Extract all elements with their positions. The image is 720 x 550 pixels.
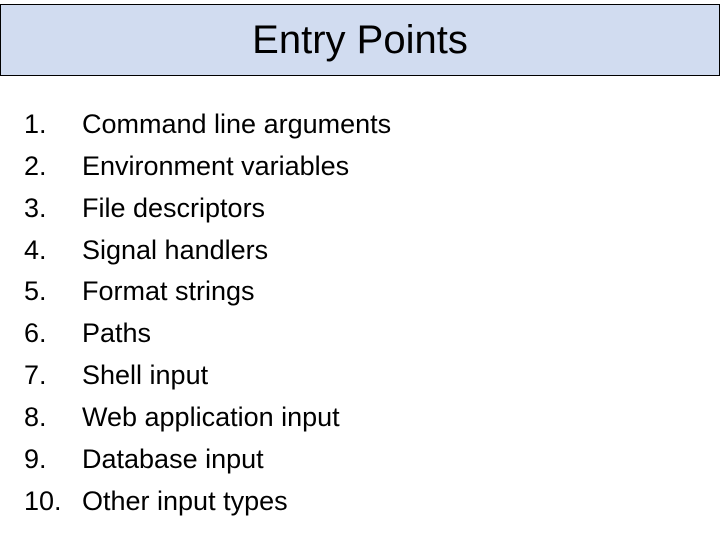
list-number: 7. bbox=[24, 355, 82, 397]
list-number: 6. bbox=[24, 313, 82, 355]
list-item: 9. Database input bbox=[24, 439, 696, 481]
list-label: Other input types bbox=[82, 481, 696, 523]
list-label: Paths bbox=[82, 313, 696, 355]
list-number: 3. bbox=[24, 188, 82, 230]
entry-points-list: 1. Command line arguments 2. Environment… bbox=[0, 76, 720, 550]
list-label: File descriptors bbox=[82, 188, 696, 230]
list-item: 4. Signal handlers bbox=[24, 230, 696, 272]
list-number: 8. bbox=[24, 397, 82, 439]
list-item: 6. Paths bbox=[24, 313, 696, 355]
list-item: 2. Environment variables bbox=[24, 146, 696, 188]
list-label: Command line arguments bbox=[82, 104, 696, 146]
list-item: 10. Other input types bbox=[24, 481, 696, 523]
list-label: Environment variables bbox=[82, 146, 696, 188]
list-item: 3. File descriptors bbox=[24, 188, 696, 230]
title-bar: Entry Points bbox=[0, 4, 720, 76]
list-label: Web application input bbox=[82, 397, 696, 439]
list-label: Shell input bbox=[82, 355, 696, 397]
list-number: 4. bbox=[24, 230, 82, 272]
list-label: Signal handlers bbox=[82, 230, 696, 272]
list-label: Database input bbox=[82, 439, 696, 481]
list-item: 7. Shell input bbox=[24, 355, 696, 397]
list-number: 10. bbox=[24, 481, 82, 523]
list-label: Format strings bbox=[82, 271, 696, 313]
list-number: 2. bbox=[24, 146, 82, 188]
list-item: 5. Format strings bbox=[24, 271, 696, 313]
list-number: 9. bbox=[24, 439, 82, 481]
list-item: 8. Web application input bbox=[24, 397, 696, 439]
list-item: 1. Command line arguments bbox=[24, 104, 696, 146]
list-number: 1. bbox=[24, 104, 82, 146]
list-number: 5. bbox=[24, 271, 82, 313]
page-title: Entry Points bbox=[252, 18, 468, 63]
